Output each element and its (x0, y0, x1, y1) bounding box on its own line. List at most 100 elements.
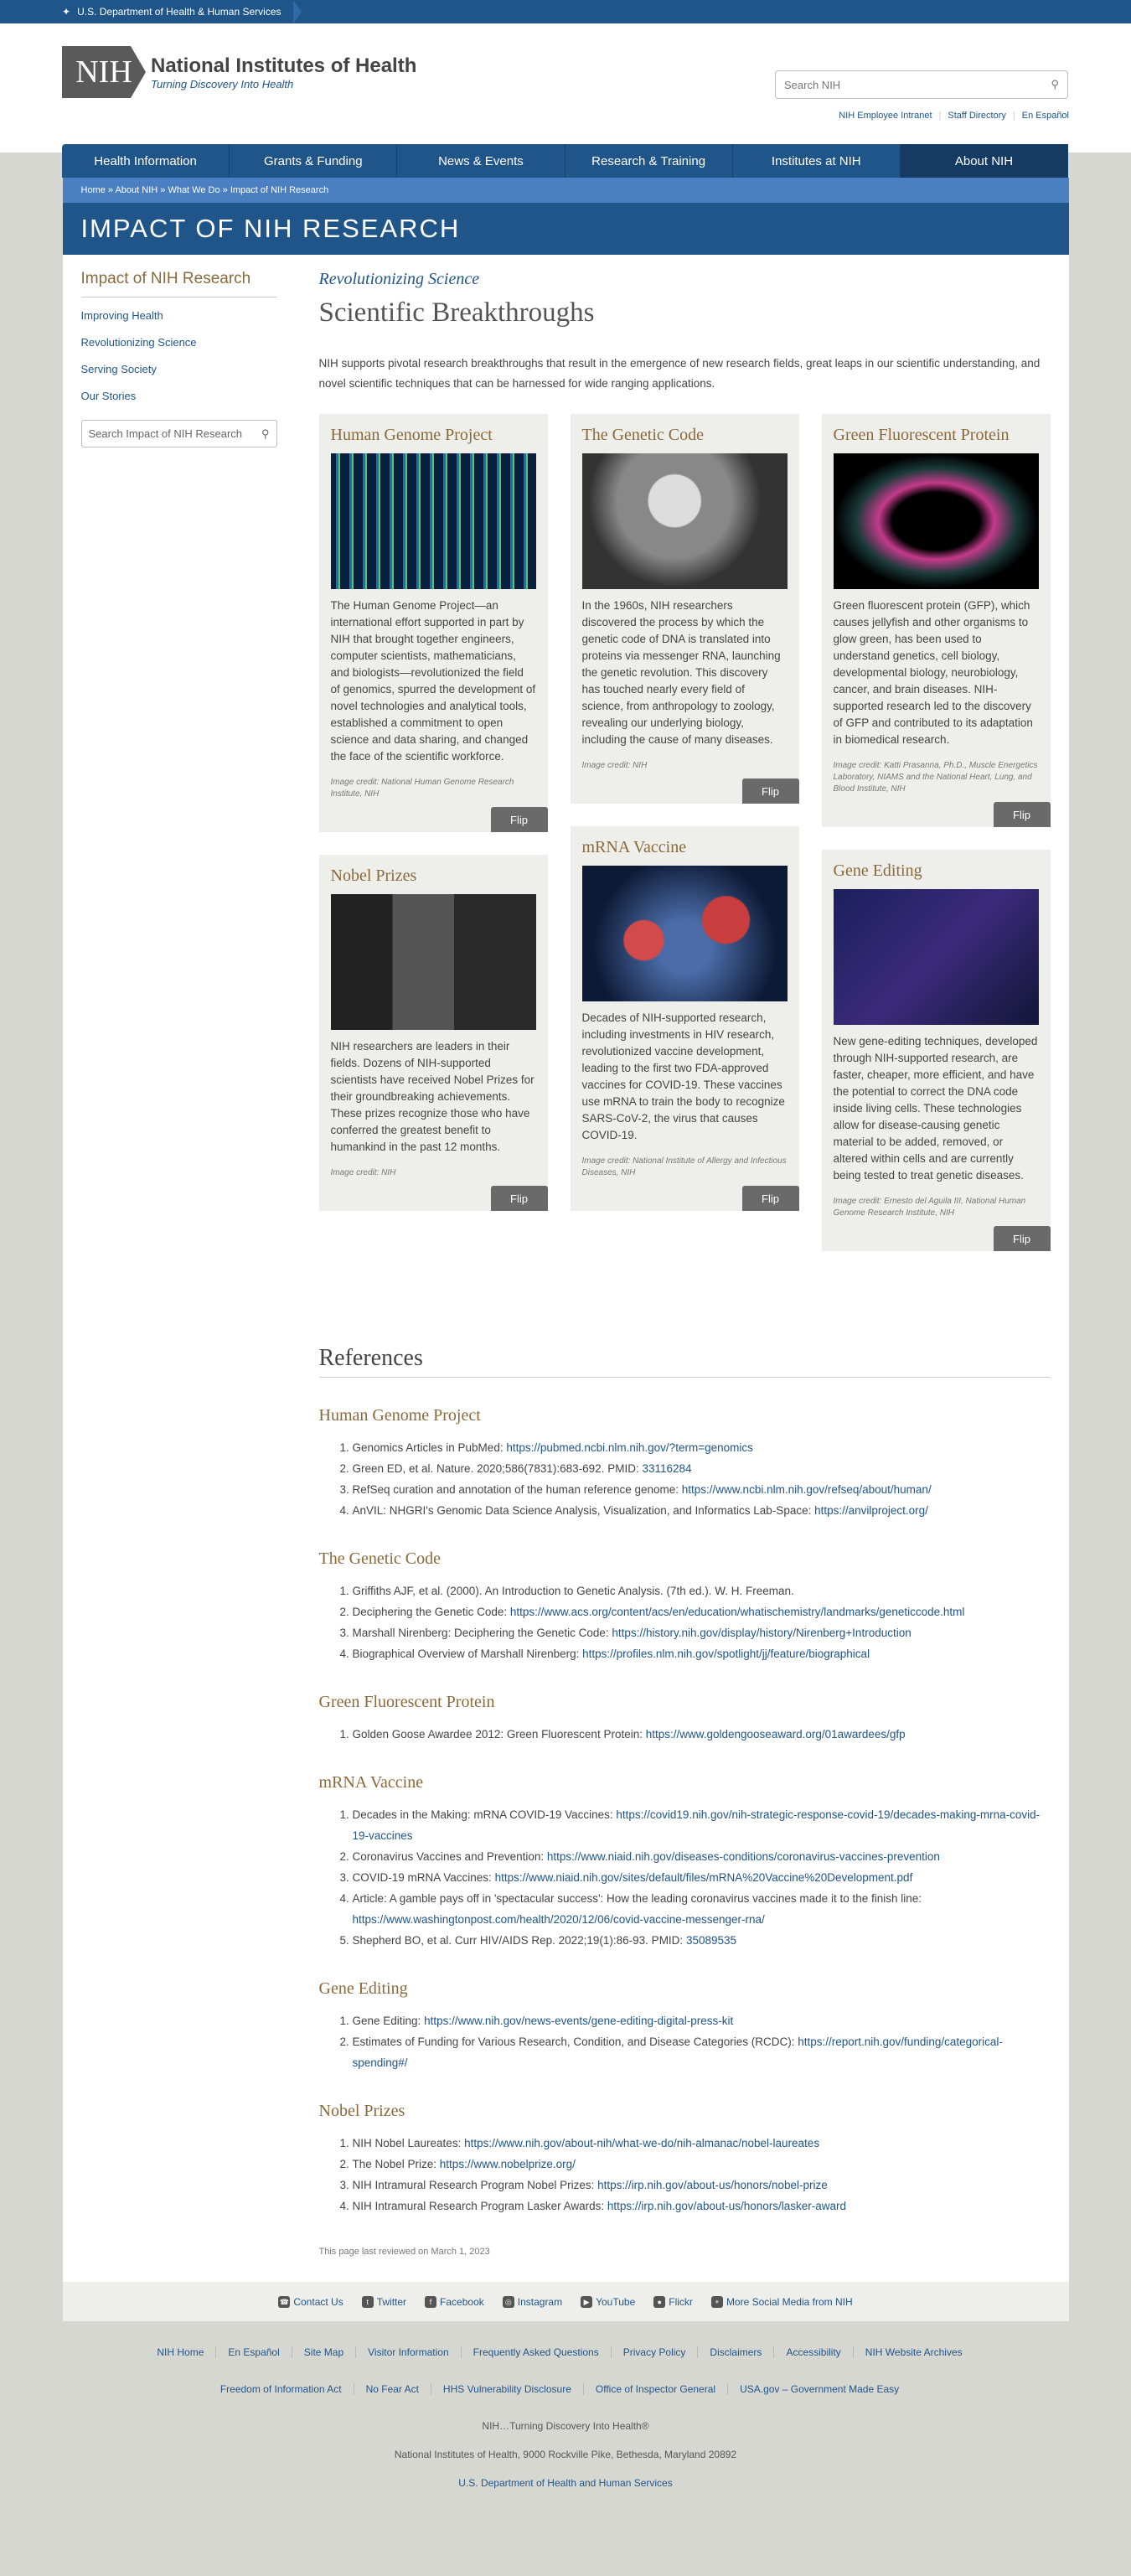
reference-link[interactable]: https://www.acs.org/content/acs/en/educa… (510, 1606, 965, 1618)
card-nobel-prizes: Nobel Prizes NIH researchers are leaders… (318, 855, 548, 1211)
reference-link[interactable]: https://profiles.nlm.nih.gov/spotlight/j… (582, 1648, 870, 1660)
social-flickr[interactable]: ● Flickr (653, 2295, 693, 2308)
util-link-espanol[interactable]: En Español (1022, 111, 1069, 121)
reference-item: NIH Intramural Research Program Nobel Pr… (353, 2175, 1051, 2196)
footer-link[interactable]: No Fear Act (366, 2383, 431, 2395)
reference-link[interactable]: https://irp.nih.gov/about-us/honors/lask… (607, 2200, 846, 2212)
image-credit: Image credit: NIH (330, 1168, 396, 1177)
nih-logo-mark: NIH (62, 46, 146, 98)
footer-link[interactable]: NIH Home (157, 2346, 217, 2358)
reference-link[interactable]: https://www.washingtonpost.com/health/20… (353, 1913, 765, 1926)
flip-button[interactable]: Flip (993, 1226, 1051, 1251)
footer-hhs-link[interactable]: U.S. Department of Health and Human Serv… (458, 2477, 672, 2489)
site-search-placeholder: Search NIH (784, 78, 841, 91)
reference-list: Decades in the Making: mRNA COVID-19 Vac… (319, 1804, 1051, 1951)
reference-link[interactable]: https://www.niaid.nih.gov/diseases-condi… (547, 1850, 940, 1863)
footer-link[interactable]: Site Map (304, 2346, 357, 2358)
breadcrumb[interactable]: Home » About NIH » What We Do » Impact o… (62, 178, 1069, 203)
footer-link[interactable]: Privacy Policy (623, 2346, 699, 2358)
reference-text: Coronavirus Vaccines and Prevention: (352, 1850, 547, 1863)
nav-health-information[interactable]: Health Information (62, 144, 230, 178)
reference-link[interactable]: https://www.nobelprize.org/ (440, 2158, 576, 2170)
reference-item: The Nobel Prize: https://www.nobelprize.… (353, 2154, 1051, 2175)
sidebar-search-input[interactable]: Search Impact of NIH Research ⚲ (80, 420, 277, 447)
reference-link[interactable]: https://pubmed.ncbi.nlm.nih.gov/?term=ge… (506, 1441, 753, 1454)
footer-link[interactable]: Freedom of Information Act (220, 2383, 354, 2395)
nih-logo[interactable]: NIH National Institutes of Health Turnin… (62, 46, 416, 98)
mrna-image (581, 866, 788, 1001)
sidebar-item-serving-society[interactable]: Serving Society (81, 363, 277, 375)
reference-list: Gene Editing: https://www.nih.gov/news-e… (319, 2010, 1051, 2073)
reference-link[interactable]: https://history.nih.gov/display/history/… (612, 1627, 911, 1639)
footer-link[interactable]: USA.gov – Government Made Easy (740, 2383, 911, 2395)
card-column: The Genetic Code In the 1960s, NIH resea… (570, 414, 799, 1251)
reference-link[interactable]: https://www.goldengooseaward.org/01award… (646, 1728, 906, 1741)
social-youtube[interactable]: ▶ YouTube (581, 2295, 635, 2308)
nav-research-training[interactable]: Research & Training (566, 144, 733, 178)
reference-link[interactable]: https://www.nih.gov/about-nih/what-we-do… (464, 2137, 819, 2149)
footer-tagline: NIH…Turning Discovery Into Health® (482, 2420, 649, 2432)
util-link-intranet[interactable]: NIH Employee Intranet (839, 111, 932, 121)
site-search-input[interactable]: Search NIH ⚲ (775, 70, 1068, 99)
footer-link[interactable]: En Español (228, 2346, 292, 2358)
reference-link[interactable]: https://www.niaid.nih.gov/sites/default/… (495, 1871, 913, 1884)
reference-list: Genomics Articles in PubMed: https://pub… (319, 1437, 1051, 1521)
facebook-icon: f (425, 2295, 437, 2308)
reference-link[interactable]: 33116284 (642, 1462, 691, 1475)
social-bar: ☎ Contact Us t Twitter f Facebook ◎ Instagra… (62, 2282, 1069, 2321)
sidebar-item-our-stories[interactable]: Our Stories (81, 390, 277, 402)
reference-text: RefSeq curation and annotation of the hu… (352, 1483, 682, 1496)
social-contact[interactable]: ☎ Contact Us (278, 2295, 343, 2308)
instagram-icon: ◎ (502, 2295, 514, 2308)
search-icon[interactable]: ⚲ (1051, 78, 1059, 91)
reference-link[interactable]: https://www.nih.gov/news-events/gene-edi… (424, 2015, 733, 2027)
references: References Human Genome Project Genomics … (318, 1345, 1051, 2216)
footer-link[interactable]: Accessibility (786, 2346, 854, 2358)
card-text: Green fluorescent protein (GFP), which c… (833, 599, 1033, 746)
content: Revolutionizing Science Scientific Break… (318, 270, 1051, 2282)
sidebar-item-revolutionizing-science[interactable]: Revolutionizing Science (81, 336, 277, 349)
social-instagram[interactable]: ◎ Instagram (502, 2295, 562, 2308)
reference-link[interactable]: https://irp.nih.gov/about-us/honors/nobe… (597, 2179, 828, 2191)
reference-group-title: Gene Editing (318, 1979, 408, 1998)
genome-image (330, 453, 536, 589)
util-link-staff-directory[interactable]: Staff Directory (948, 111, 1006, 121)
nav-news-events[interactable]: News & Events (397, 144, 566, 178)
social-twitter[interactable]: t Twitter (361, 2295, 406, 2308)
reference-group-title: The Genetic Code (318, 1549, 442, 1568)
footer-link[interactable]: NIH Website Archives (865, 2346, 974, 2358)
reference-text: Green ED, et al. Nature. 2020;586(7831):… (352, 1462, 643, 1475)
genetic-code-image (581, 453, 788, 589)
image-credit: Image credit: National Institute of Alle… (581, 1156, 787, 1177)
flip-button[interactable]: Flip (741, 778, 799, 804)
reference-item: Shepherd BO, et al. Curr HIV/AIDS Rep. 2… (353, 1930, 1051, 1951)
footer-link[interactable]: HHS Vulnerability Disclosure (443, 2383, 584, 2395)
main-nav: Health Information Grants & Funding News… (62, 144, 1069, 178)
nav-institutes[interactable]: Institutes at NIH (733, 144, 901, 178)
reference-link[interactable]: https://www.ncbi.nlm.nih.gov/refseq/abou… (682, 1483, 932, 1496)
sidebar-item-improving-health[interactable]: Improving Health (81, 309, 277, 322)
sidebar: Impact of NIH Research Improving Health … (80, 270, 277, 2282)
footer-link[interactable]: Office of Inspector General (596, 2383, 729, 2395)
footer-link[interactable]: Visitor Information (368, 2346, 462, 2358)
reference-link[interactable]: https://anvilproject.org/ (814, 1504, 928, 1517)
hhs-eagle-icon: ✦ (62, 6, 71, 18)
nav-about-nih[interactable]: About NIH (900, 144, 1069, 178)
search-icon[interactable]: ⚲ (261, 427, 270, 441)
nav-grants-funding[interactable]: Grants & Funding (230, 144, 398, 178)
card-text: New gene-editing techniques, developed t… (833, 1035, 1038, 1182)
flip-button[interactable]: Flip (490, 1186, 548, 1211)
footer-link[interactable]: Disclaimers (710, 2346, 775, 2358)
reference-link[interactable]: 35089535 (686, 1934, 736, 1947)
hhs-link[interactable]: U.S. Department of Health & Human Servic… (77, 6, 281, 18)
references-title: References (318, 1345, 1051, 1378)
social-facebook[interactable]: f Facebook (425, 2295, 484, 2308)
reference-item: Biographical Overview of Marshall Nirenb… (353, 1643, 1051, 1664)
sidebar-title[interactable]: Impact of NIH Research (80, 270, 277, 297)
flip-button[interactable]: Flip (490, 807, 548, 832)
flip-button[interactable]: Flip (993, 802, 1051, 827)
footer-link[interactable]: Frequently Asked Questions (473, 2346, 612, 2358)
flip-button[interactable]: Flip (741, 1186, 799, 1211)
social-more[interactable]: + More Social Media from NIH (710, 2295, 853, 2308)
reference-group-title: mRNA Vaccine (318, 1773, 424, 1792)
